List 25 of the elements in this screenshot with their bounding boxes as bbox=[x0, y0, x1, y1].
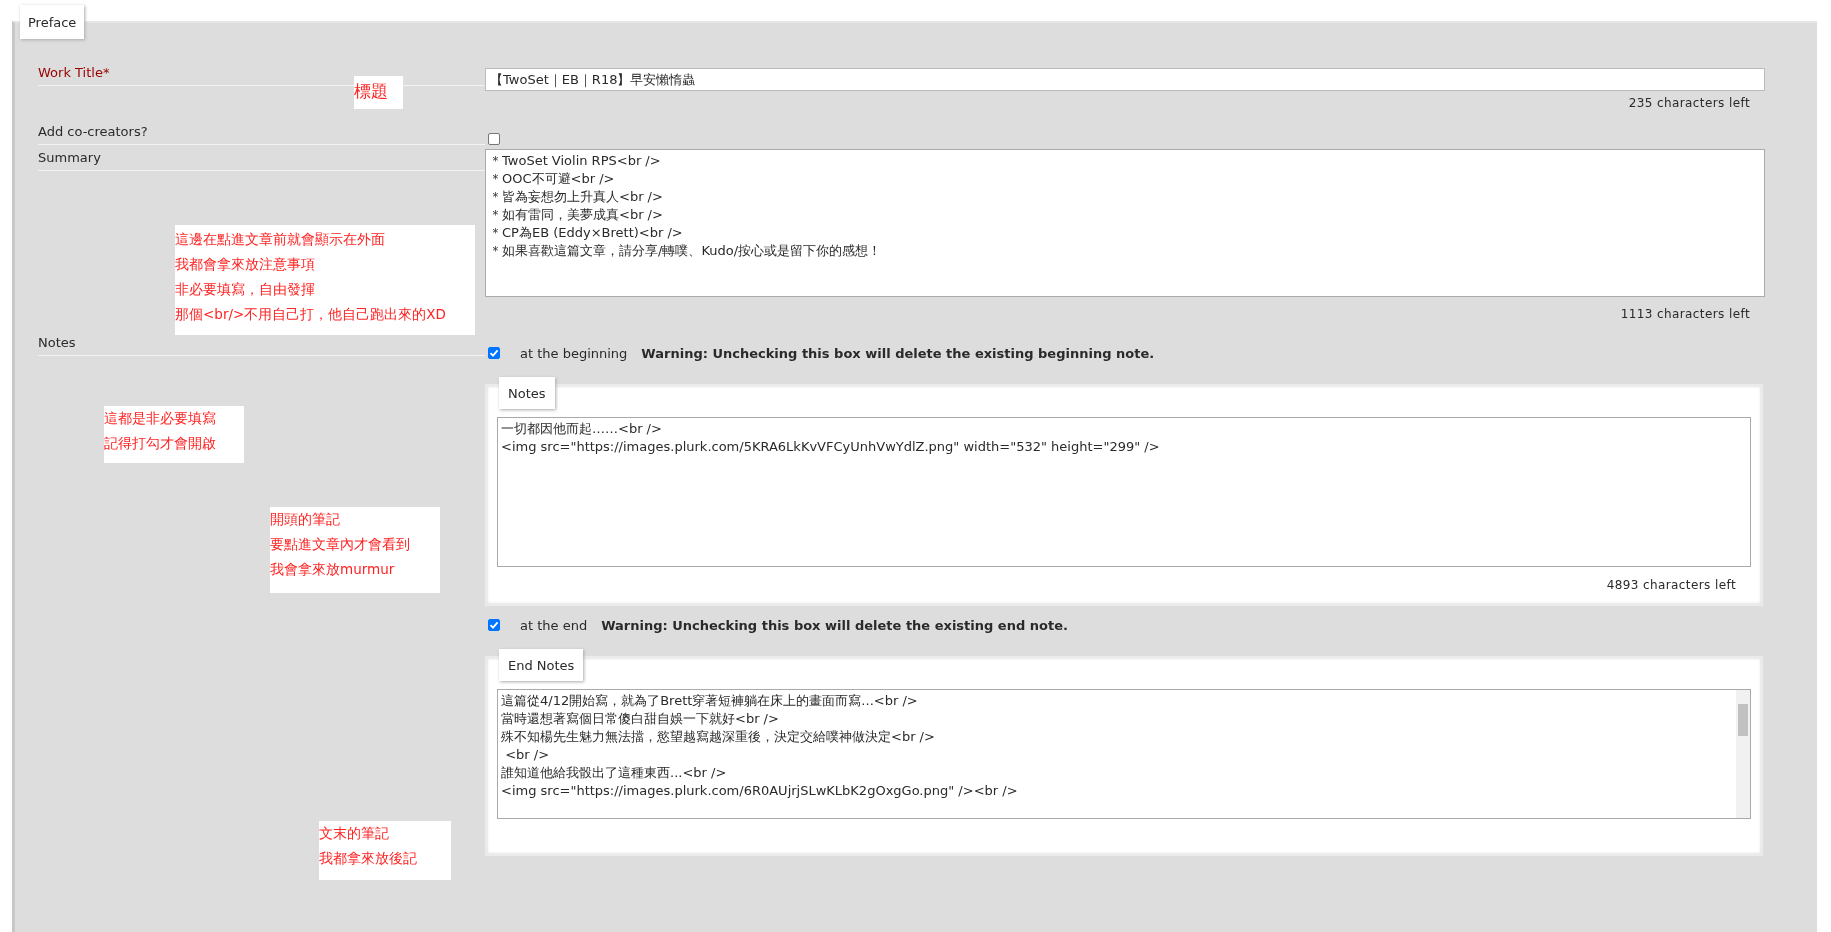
preface-tab[interactable]: Preface bbox=[20, 5, 85, 39]
scrollbar[interactable] bbox=[1736, 690, 1750, 818]
field-label: Add co-creators? bbox=[38, 124, 485, 145]
notes-field[interactable]: 一切都因他而起……<br /> <img src="https://images.plurk.com/5KRA6LkKvVFCyUnhVwYdlZ.png" width="532" height="299" /> bbox=[497, 417, 1751, 567]
end-notes-field[interactable]: 這篇從4/12開始寫，就為了Brett穿著短褲躺在床上的畫面而寫...<br /> 當時還想著寫個日常傻白甜自娛一下就好<br /> 殊不知楊先生魅力無法擋，慾望越寫越深重後，決定交給噗神做決定<br /> <br /> 誰知道他給我骰出了這種東西...<br /> <img src="https://images.plurk.com/6R0AUjrjSLwKLbK2gOxgGo.png" /><br /> bbox=[497, 689, 1751, 819]
checkbox-label: at the end bbox=[520, 617, 588, 633]
title-input[interactable]: 【TwoSet｜EB｜R18】早安懶惰蟲 bbox=[485, 68, 1765, 91]
annotation-note: 這邊在點進文章前就會顯示在外面 我都會拿來放注意事項 非必要填寫，自由發揮 那個<br/>不用自己打，他自己跑出來的XD bbox=[175, 225, 475, 335]
checkbox-label: at the beginning bbox=[520, 345, 628, 361]
beginning-note-checkbox[interactable] bbox=[488, 347, 500, 359]
field-label: Summary bbox=[38, 150, 485, 171]
summary-field[interactable]: ＊TwoSet Violin RPS<br /> ＊OOC不可避<br /> ＊皆為妄想勿上升真人<br /> ＊如有雷同，美夢成真<br /> ＊CP為EB (Eddy×Brett)<br /> ＊如果喜歡這篇文章，請分享/轉噗、Kudo/按心或是留下你的感想！ bbox=[485, 149, 1765, 297]
character-count: 1113 characters left bbox=[1619, 307, 1751, 321]
annotation-note: 文末的筆記 我都拿來放後記 bbox=[319, 821, 451, 880]
warning-text: Warning: Unchecking this box will delete the existing beginning note. bbox=[641, 345, 1155, 361]
notes-legend: Notes bbox=[499, 377, 555, 409]
field-label: Notes bbox=[38, 335, 485, 356]
warning-text: Warning: Unchecking this box will delete the existing end note. bbox=[601, 617, 1068, 633]
end-note-checkbox[interactable] bbox=[488, 619, 500, 631]
annotation-note: 開頭的筆記 要點進文章內才會看到 我會拿來放murmur bbox=[270, 507, 440, 593]
character-count: 4893 characters left bbox=[1605, 578, 1737, 592]
annotation-note: 這都是非必要填寫 記得打勾才會開啟 bbox=[104, 406, 244, 463]
character-count: 235 characters left bbox=[1627, 96, 1751, 110]
co-creators-checkbox[interactable] bbox=[488, 133, 500, 145]
end-notes-legend: End Notes bbox=[499, 649, 584, 681]
